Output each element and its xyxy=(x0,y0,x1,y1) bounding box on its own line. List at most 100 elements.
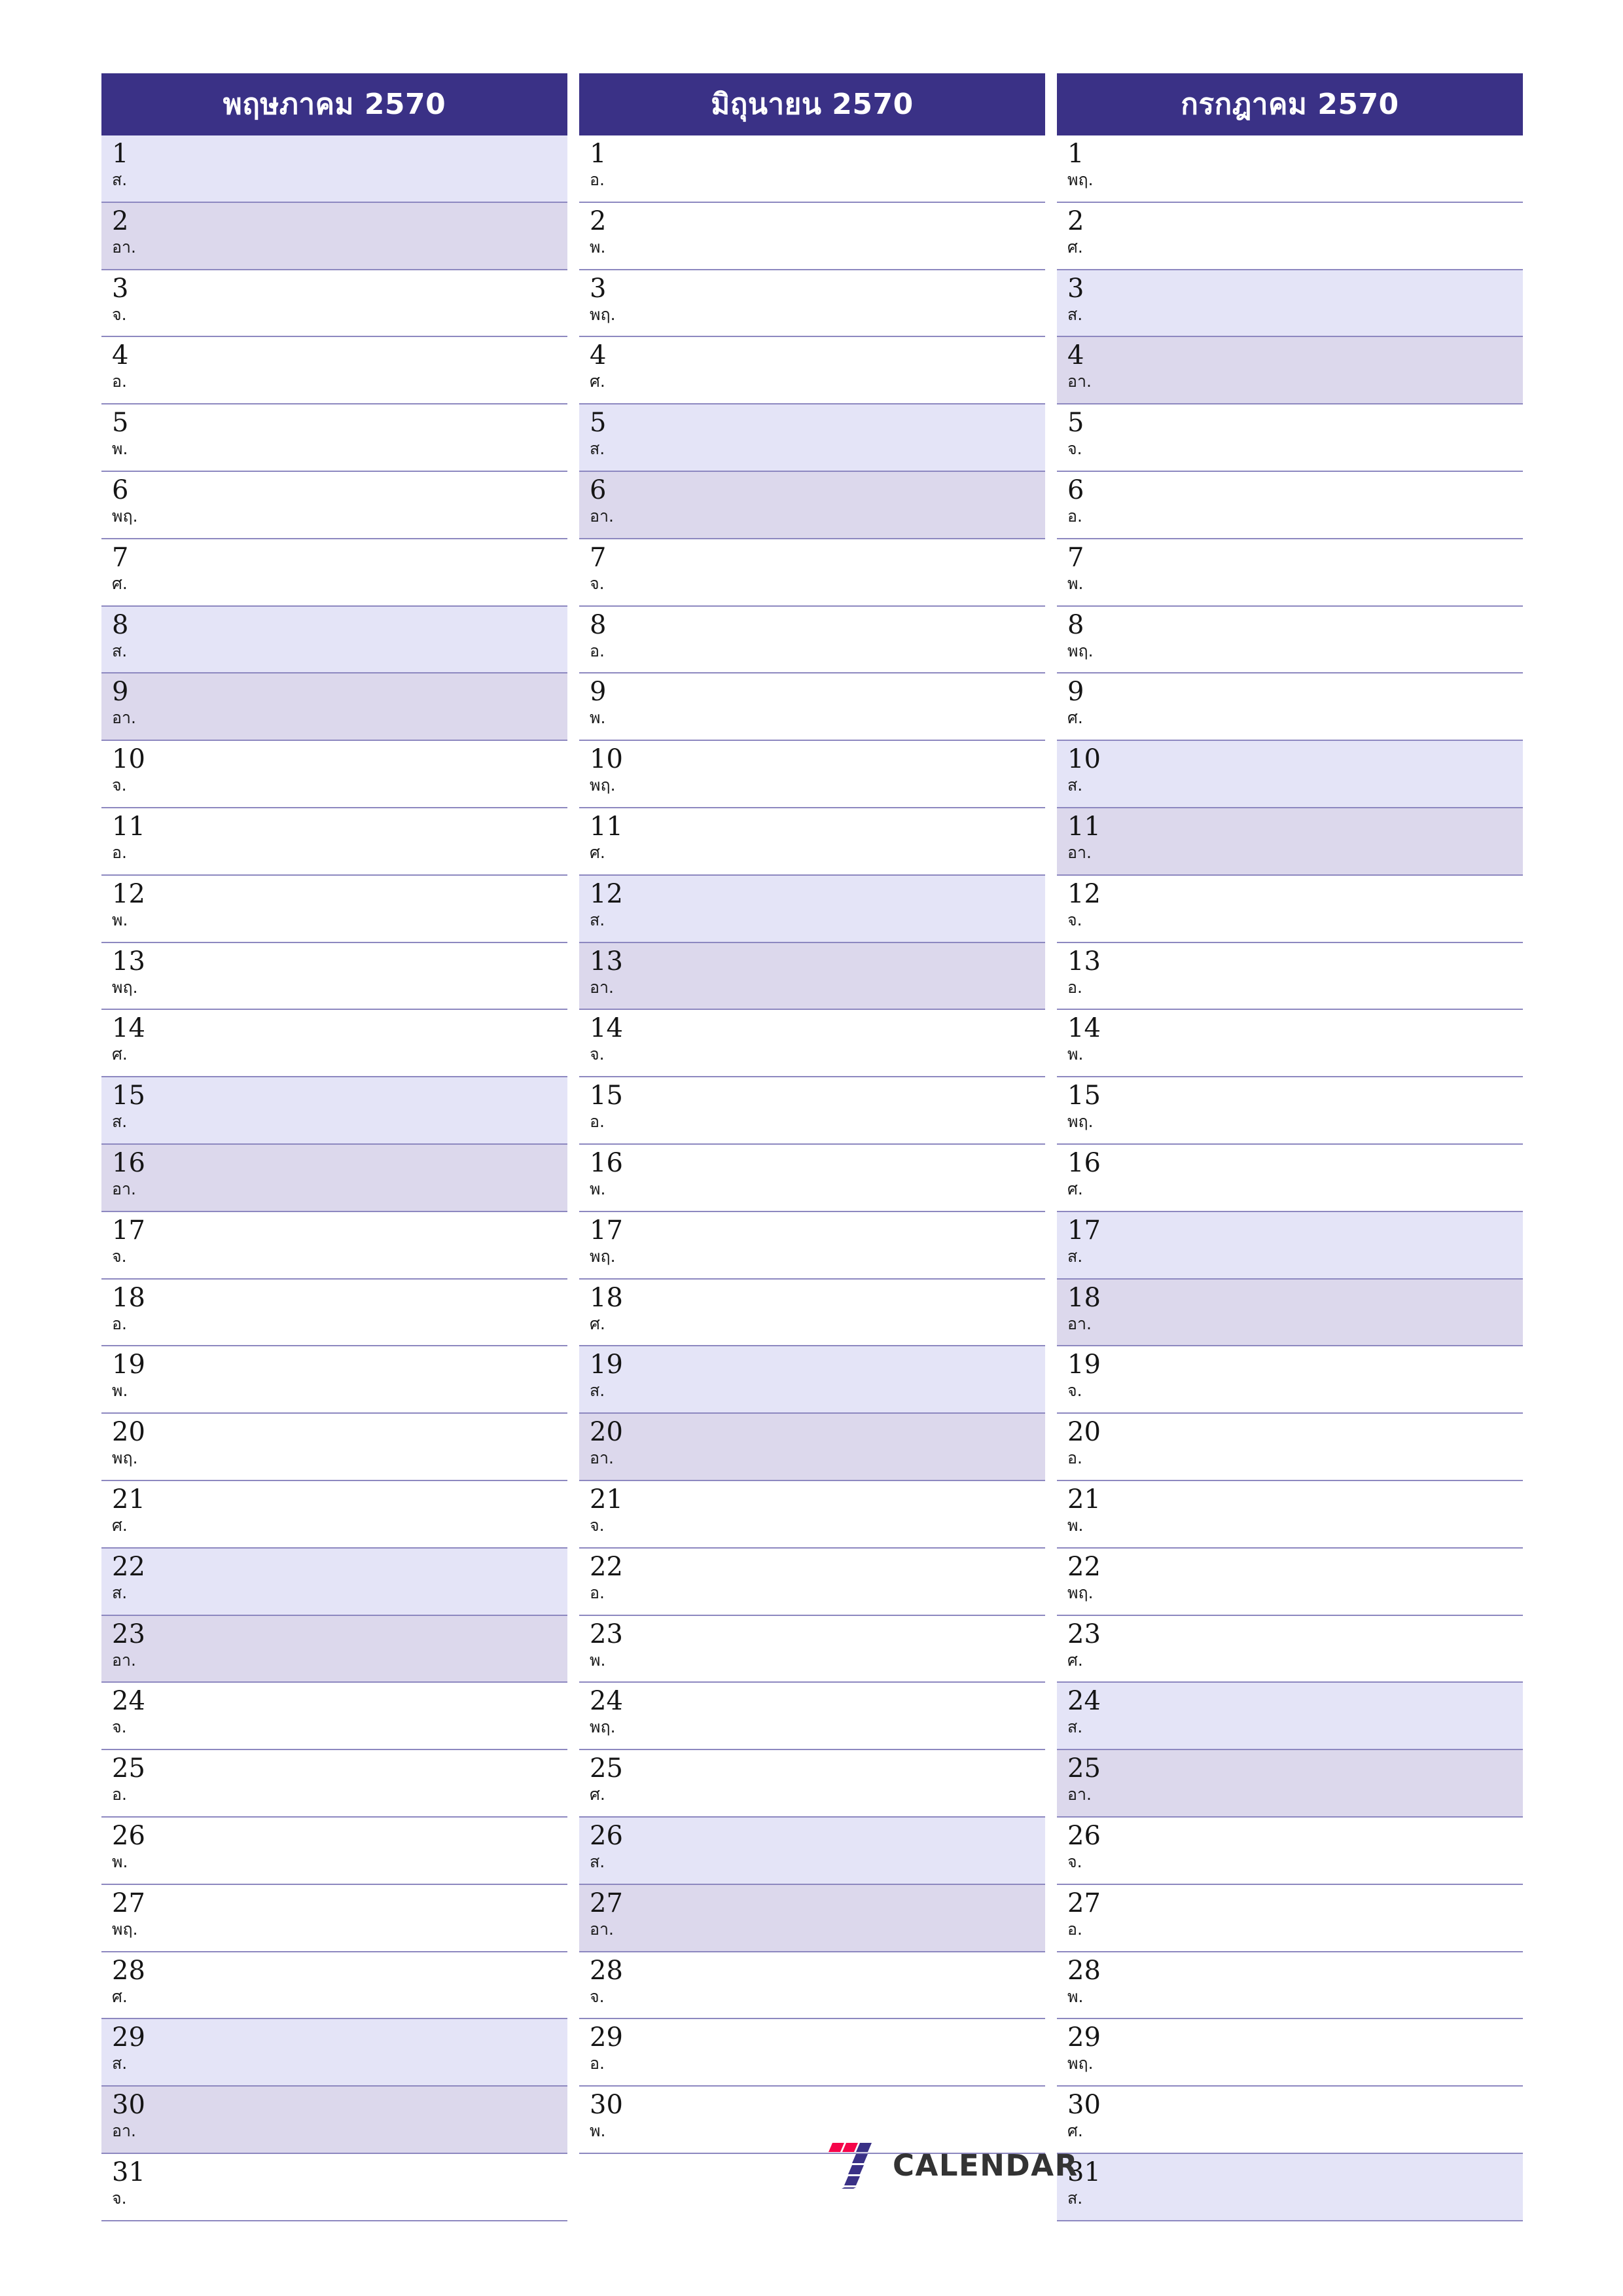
weekday-abbr: พฤ. xyxy=(1067,2054,1094,2073)
day-row[interactable]: 11 อ. xyxy=(101,808,567,876)
day-row[interactable]: 29 พฤ. xyxy=(1057,2019,1523,2087)
day-row[interactable]: 7 ศ. xyxy=(101,539,567,607)
day-row[interactable]: 15 ส. xyxy=(101,1077,567,1145)
day-row[interactable]: 1 ส. xyxy=(101,135,567,203)
day-row[interactable]: 17 พฤ. xyxy=(579,1211,1045,1280)
day-row[interactable]: 26 จ. xyxy=(1057,1817,1523,1885)
day-row[interactable]: 21 พ. xyxy=(1057,1480,1523,1549)
day-row[interactable]: 7 จ. xyxy=(579,539,1045,607)
day-number: 16 xyxy=(590,1147,623,1178)
day-row[interactable]: 23 อา. xyxy=(101,1615,567,1683)
day-row[interactable]: 29 ส. xyxy=(101,2019,567,2087)
day-row[interactable]: 20 อ. xyxy=(1057,1414,1523,1481)
day-row[interactable]: 27 อ. xyxy=(1057,1884,1523,1952)
day-row[interactable]: 3 ส. xyxy=(1057,270,1523,338)
day-row[interactable]: 13 พฤ. xyxy=(101,942,567,1011)
weekday-abbr: ส. xyxy=(1067,304,1083,324)
day-row[interactable]: 2 อา. xyxy=(101,202,567,270)
day-row[interactable]: 22 อ. xyxy=(579,1548,1045,1616)
day-row[interactable]: 1 อ. xyxy=(579,135,1045,203)
day-row[interactable]: 13 อ. xyxy=(1057,942,1523,1011)
day-row[interactable]: 2 พ. xyxy=(579,202,1045,270)
day-row[interactable]: 10 พฤ. xyxy=(579,741,1045,808)
day-row[interactable]: 14 ศ. xyxy=(101,1010,567,1078)
day-row[interactable]: 28 จ. xyxy=(579,1952,1045,2020)
day-row[interactable]: 12 พ. xyxy=(101,875,567,943)
day-row[interactable]: 7 พ. xyxy=(1057,539,1523,607)
day-row[interactable]: 30 อา. xyxy=(101,2087,567,2154)
day-row[interactable]: 12 จ. xyxy=(1057,875,1523,943)
day-row[interactable]: 24 จ. xyxy=(101,1683,567,1751)
day-row[interactable]: 3 จ. xyxy=(101,270,567,338)
day-row[interactable]: 2 ศ. xyxy=(1057,202,1523,270)
day-row[interactable]: 31 ส. xyxy=(1057,2153,1523,2221)
day-row[interactable]: 24 ส. xyxy=(1057,1683,1523,1751)
day-row[interactable]: 8 ส. xyxy=(101,606,567,674)
day-row[interactable]: 25 อ. xyxy=(101,1750,567,1818)
weekday-abbr: จ. xyxy=(1067,1381,1082,1401)
day-row[interactable]: 22 พฤ. xyxy=(1057,1548,1523,1616)
day-row[interactable]: 20 พฤ. xyxy=(101,1414,567,1481)
day-row[interactable]: 8 พฤ. xyxy=(1057,606,1523,674)
day-row[interactable]: 13 อา. xyxy=(579,942,1045,1011)
day-row[interactable]: 28 พ. xyxy=(1057,1952,1523,2020)
day-row[interactable]: 14 จ. xyxy=(579,1010,1045,1078)
day-row[interactable]: 11 ศ. xyxy=(579,808,1045,876)
day-row[interactable]: 1 พฤ. xyxy=(1057,135,1523,203)
day-row[interactable]: 19 จ. xyxy=(1057,1346,1523,1414)
day-row[interactable]: 31 จ. xyxy=(101,2153,567,2221)
day-row[interactable]: 9 พ. xyxy=(579,673,1045,742)
day-row[interactable]: 22 ส. xyxy=(101,1548,567,1616)
day-row[interactable]: 8 อ. xyxy=(579,606,1045,674)
day-row[interactable]: 28 ศ. xyxy=(101,1952,567,2020)
day-row[interactable]: 9 ศ. xyxy=(1057,673,1523,742)
day-row[interactable]: 23 ศ. xyxy=(1057,1615,1523,1683)
day-row[interactable]: 19 พ. xyxy=(101,1346,567,1414)
weekday-abbr: จ. xyxy=(590,573,605,593)
day-number: 15 xyxy=(112,1081,145,1111)
day-row[interactable]: 17 จ. xyxy=(101,1211,567,1280)
day-row[interactable]: 18 ศ. xyxy=(579,1279,1045,1347)
day-row[interactable]: 6 พฤ. xyxy=(101,471,567,539)
weekday-abbr: ศ. xyxy=(590,1314,605,1333)
day-row[interactable]: 25 ศ. xyxy=(579,1750,1045,1818)
day-row[interactable]: 21 ศ. xyxy=(101,1480,567,1549)
weekday-abbr: พฤ. xyxy=(590,1246,616,1266)
day-row[interactable]: 19 ส. xyxy=(579,1346,1045,1414)
day-row[interactable]: 21 จ. xyxy=(579,1480,1045,1549)
day-row[interactable]: 4 ศ. xyxy=(579,337,1045,405)
day-row[interactable]: 4 อ. xyxy=(101,337,567,405)
day-row[interactable]: 5 พ. xyxy=(101,404,567,472)
day-row[interactable]: 5 จ. xyxy=(1057,404,1523,472)
day-row[interactable]: 16 ศ. xyxy=(1057,1144,1523,1212)
day-row[interactable]: 9 อา. xyxy=(101,673,567,742)
day-row[interactable]: 11 อา. xyxy=(1057,808,1523,876)
day-row[interactable]: 5 ส. xyxy=(579,404,1045,472)
day-row[interactable]: 26 ส. xyxy=(579,1817,1045,1885)
day-row[interactable]: 26 พ. xyxy=(101,1817,567,1885)
day-row[interactable]: 6 อ. xyxy=(1057,471,1523,539)
day-row[interactable]: 10 ส. xyxy=(1057,741,1523,808)
day-row[interactable]: 3 พฤ. xyxy=(579,270,1045,338)
day-row[interactable]: 16 พ. xyxy=(579,1144,1045,1212)
day-row[interactable]: 27 อา. xyxy=(579,1884,1045,1952)
day-row[interactable]: 6 อา. xyxy=(579,471,1045,539)
day-row[interactable]: 14 พ. xyxy=(1057,1010,1523,1078)
day-row[interactable]: 16 อา. xyxy=(101,1144,567,1212)
day-row[interactable]: 24 พฤ. xyxy=(579,1683,1045,1751)
day-row[interactable]: 23 พ. xyxy=(579,1615,1045,1683)
day-row[interactable]: 18 อา. xyxy=(1057,1279,1523,1347)
day-row[interactable]: 27 พฤ. xyxy=(101,1884,567,1952)
day-row[interactable]: 18 อ. xyxy=(101,1279,567,1347)
day-row[interactable]: 29 อ. xyxy=(579,2019,1045,2087)
day-row[interactable]: 20 อา. xyxy=(579,1414,1045,1481)
day-row[interactable]: 10 จ. xyxy=(101,741,567,808)
day-row[interactable]: 17 ส. xyxy=(1057,1211,1523,1280)
day-row[interactable]: 25 อา. xyxy=(1057,1750,1523,1818)
day-row[interactable]: 12 ส. xyxy=(579,875,1045,943)
day-row[interactable]: 15 อ. xyxy=(579,1077,1045,1145)
weekday-abbr: อา. xyxy=(1067,1314,1092,1333)
day-row[interactable]: 4 อา. xyxy=(1057,337,1523,405)
day-row[interactable]: 30 ศ. xyxy=(1057,2087,1523,2154)
day-row[interactable]: 15 พฤ. xyxy=(1057,1077,1523,1145)
